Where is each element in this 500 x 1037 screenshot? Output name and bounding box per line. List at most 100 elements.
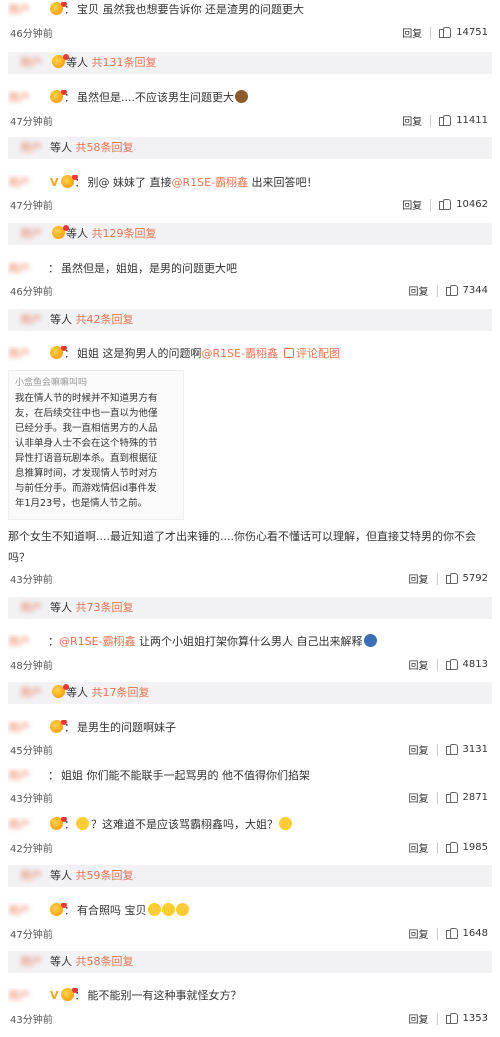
sub-replies-link[interactable]: 用户 等人 共42条回复 — [8, 309, 492, 331]
reply-button[interactable]: 回复 — [409, 657, 429, 672]
image-text-line: 我在情人节的时候并不知道男方有 — [15, 393, 158, 404]
comment-text: ？这难道不是应该骂霸栩鑫吗，大姐？ — [91, 818, 278, 831]
reply-count[interactable]: 共58条回复 — [76, 141, 134, 154]
divider — [430, 198, 432, 211]
reply-button[interactable]: 回复 — [409, 790, 429, 805]
emoji-icon — [235, 90, 248, 103]
like-icon[interactable] — [439, 199, 452, 210]
reply-button[interactable]: 回复 — [409, 840, 429, 855]
sub-username: 用户 — [20, 313, 42, 326]
like-icon[interactable] — [445, 1013, 458, 1024]
fan-badge-icon — [50, 346, 67, 359]
comment-text: 宝贝 虽然我也想要告诉你 还是渣男的问题更大 — [77, 3, 304, 16]
divider — [436, 791, 438, 804]
reply-button[interactable]: 回复 — [402, 197, 422, 212]
reply-button[interactable]: 回复 — [409, 926, 429, 941]
vip-badge-icon: V — [50, 176, 59, 189]
timestamp: 47分钟前 — [10, 117, 53, 128]
reply-count[interactable]: 共129条回复 — [92, 227, 157, 240]
username[interactable]: 用户 — [8, 903, 48, 919]
divider — [436, 841, 438, 854]
reply-button[interactable]: 回复 — [402, 113, 422, 128]
image-text-line: 与前任分手。而游戏情侣id事件发 — [15, 483, 157, 494]
timestamp: 43分钟前 — [10, 575, 53, 586]
like-icon[interactable] — [439, 27, 452, 38]
colon: ： — [48, 262, 59, 275]
like-icon[interactable] — [445, 744, 458, 755]
mention-link[interactable]: @R1SE-霸栩鑫 — [202, 347, 279, 360]
divider — [430, 26, 432, 39]
comment-image[interactable]: 小盒鱼会嘛嘛叫吗 我在情人节的时候并不知道男方有 友，在后续交往中也一直以为他僅… — [8, 370, 184, 520]
username[interactable]: 用户 — [8, 817, 48, 833]
mention-link[interactable]: @R1SE-霸栩鑫 — [59, 635, 136, 648]
crying-emoji-icon — [147, 903, 161, 916]
reply-count[interactable]: 共73条回复 — [76, 601, 134, 614]
sub-replies-link[interactable]: 用户 等人 共129条回复 — [8, 223, 492, 245]
fan-badge-icon — [50, 903, 67, 916]
like-count: 3131 — [462, 744, 488, 755]
username[interactable]: 用户 — [8, 768, 48, 784]
sub-label: 等人 — [50, 141, 72, 154]
like-icon[interactable] — [445, 792, 458, 803]
reply-button[interactable]: 回复 — [409, 283, 429, 298]
username[interactable]: 用户 — [8, 261, 48, 277]
fan-badge-icon — [52, 54, 69, 68]
username[interactable]: 用户 — [8, 2, 48, 18]
reply-button[interactable]: 回复 — [402, 25, 422, 40]
comment-text: 让两个小姐姐打架你算什么男人 自己出来解释 — [135, 635, 363, 648]
username[interactable]: 用户 — [8, 175, 48, 191]
username[interactable]: 用户 — [8, 720, 48, 736]
sub-replies-link[interactable]: 用户 等人 共58条回复 — [8, 137, 492, 159]
reply-count[interactable]: 共17条回复 — [92, 686, 150, 699]
sub-replies-link[interactable]: 用户 等人 共59条回复 — [8, 865, 492, 887]
reply-count[interactable]: 共131条回复 — [92, 56, 157, 69]
reply-count[interactable]: 共59条回复 — [76, 869, 134, 882]
timestamp: 45分钟前 — [10, 746, 53, 757]
sub-username: 用户 — [20, 141, 42, 154]
comment-image-link[interactable]: 评论配图 — [284, 347, 340, 360]
like-icon[interactable] — [445, 573, 458, 584]
sub-replies-link[interactable]: 用户 等人 共131条回复 — [8, 52, 492, 74]
image-text-line: 已经分手。我一直相信男方的人品 — [15, 423, 158, 434]
sub-replies-link[interactable]: 用户 等人 共73条回复 — [8, 597, 492, 619]
sub-replies-link[interactable]: 用户 等人 共17条回复 — [8, 682, 492, 704]
like-icon[interactable] — [445, 285, 458, 296]
comment-text: 有合照吗 宝贝 — [77, 904, 147, 917]
colon: ： — [48, 635, 59, 648]
sub-replies-link[interactable]: 用户 等人 共58条回复 — [8, 951, 492, 973]
sub-label: 等人 — [66, 686, 88, 699]
divider — [436, 743, 438, 756]
username[interactable]: 用户 — [8, 988, 48, 1004]
timestamp: 47分钟前 — [10, 930, 53, 941]
comment-text: 能不能别一有这种事就怪女方？ — [87, 989, 242, 1002]
reply-count[interactable]: 共42条回复 — [76, 313, 134, 326]
username[interactable]: 用户 — [8, 634, 48, 650]
like-icon[interactable] — [445, 928, 458, 939]
timestamp: 43分钟前 — [10, 1015, 53, 1026]
sub-username: 用户 — [20, 686, 42, 699]
username[interactable]: 用户 — [8, 346, 48, 362]
reply-button[interactable]: 回复 — [409, 571, 429, 586]
image-icon — [284, 348, 295, 358]
reply-count[interactable]: 共58条回复 — [76, 955, 134, 968]
like-count: 14751 — [456, 27, 488, 38]
comment-text: 别@ 妹妹了 直接 — [87, 176, 172, 189]
like-icon[interactable] — [439, 115, 452, 126]
like-count: 10462 — [456, 199, 488, 210]
mention-link[interactable]: @R1SE-霸栩鑫 — [172, 176, 249, 189]
divider — [436, 927, 438, 940]
username[interactable]: 用户 — [8, 90, 48, 106]
fan-badge-icon — [50, 720, 67, 733]
sub-username: 用户 — [20, 601, 42, 614]
reply-button[interactable]: 回复 — [409, 742, 429, 757]
sub-label: 等人 — [50, 313, 72, 326]
divider — [436, 1012, 438, 1025]
sub-label: 等人 — [50, 601, 72, 614]
timestamp: 46分钟前 — [10, 29, 53, 40]
like-icon[interactable] — [445, 842, 458, 853]
emoji-icon — [279, 817, 292, 830]
like-icon[interactable] — [445, 659, 458, 670]
reply-button[interactable]: 回复 — [409, 1011, 429, 1026]
like-count: 4813 — [462, 659, 488, 670]
sub-username: 用户 — [20, 869, 42, 882]
